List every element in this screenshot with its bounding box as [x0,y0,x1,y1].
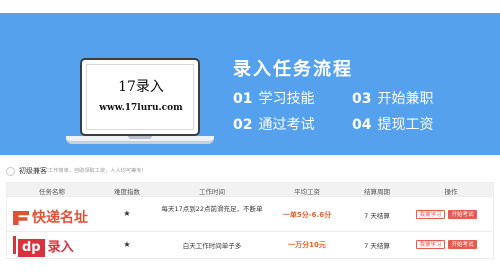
difficulty-stars: ★ [123,240,131,249]
step-2: 02 通过考试 [233,114,314,134]
laptop-url: www.17luru.com [99,103,183,113]
step-number: 02 [233,117,253,133]
step-label: 通过考试 [258,117,315,133]
table-header: 任务名称 难度指数 工作时间 平均工资 结算周期 操作 [7,183,493,197]
col-header-actions: 操作 [444,188,458,196]
work-time: 白天工作时间单子多 [182,242,242,250]
step-3: 03 开始兼职 [352,88,433,108]
laptop-frame: 17录入 www.17luru.com [80,58,200,136]
task-logo-dp: dp 录入 [13,236,74,257]
flow-steps: 01 学习技能 03 开始兼职 02 通过考试 04 提现工资 [233,88,473,148]
section-title: 初级兼客 [19,167,47,175]
step-1: 01 学习技能 [233,88,314,108]
col-header-difficulty: 难度指数 [114,188,140,196]
col-header-pay: 平均工资 [294,188,320,196]
settlement-cycle: 7 天结算 [364,212,390,220]
learn-button[interactable]: 我要学习 [416,210,445,219]
task-name: 快递名址 [32,210,88,226]
section-icon [6,167,15,176]
table-row: 快递名址 ★ 每天17点到22点前滑充足，不断单 一单5分-6.6分 7 天结算… [7,197,493,232]
table-row: dp 录入 ★ 白天工作时间单子多 一万分10元 7 天结算 我要学习 开始考试 [7,232,493,258]
exam-button[interactable]: 开始考试 [448,210,477,219]
section-description: 工作简单，自助领取工资，人人均可兼专！ [48,168,147,174]
dp-logo-bar [13,236,16,254]
col-header-time: 工作时间 [199,188,225,196]
col-header-name: 任务名称 [39,188,65,196]
exam-button[interactable]: 开始考试 [448,240,477,249]
step-label: 开始兼职 [377,91,434,107]
step-number: 04 [352,117,372,133]
task-table: 任务名称 难度指数 工作时间 平均工资 结算周期 操作 快递名址 ★ 每天17点… [6,182,494,259]
col-header-cycle: 结算周期 [364,188,390,196]
express-logo-icon [13,211,29,225]
task-name: 录入 [47,240,74,255]
process-banner: 17录入 www.17luru.com 录入任务流程 01 学习技能 03 开始兼职… [0,13,500,155]
settlement-cycle: 7 天结算 [364,242,390,250]
step-number: 01 [233,91,253,107]
flow-title: 录入任务流程 [233,59,353,80]
laptop-notch [128,136,152,139]
step-number: 03 [352,91,372,107]
step-label: 学习技能 [258,91,315,107]
dp-logo-mark: dp [18,239,45,257]
step-label: 提现工资 [377,117,434,133]
laptop-title: 17录入 [118,79,164,95]
section-header: 初级兼客 工作简单，自助领取工资，人人均可兼专！ [0,162,500,182]
step-4: 04 提现工资 [352,114,433,134]
difficulty-stars: ★ [123,209,131,218]
average-pay: 一单5分-6.6分 [282,211,332,219]
task-logo-express: 快递名址 [13,207,88,227]
work-time: 每天17点到22点前滑充足，不断单 [161,205,263,213]
average-pay: 一万分10元 [288,241,326,249]
learn-button[interactable]: 我要学习 [416,240,445,249]
top-bar [0,0,500,13]
laptop-screen: 17录入 www.17luru.com [86,64,194,130]
